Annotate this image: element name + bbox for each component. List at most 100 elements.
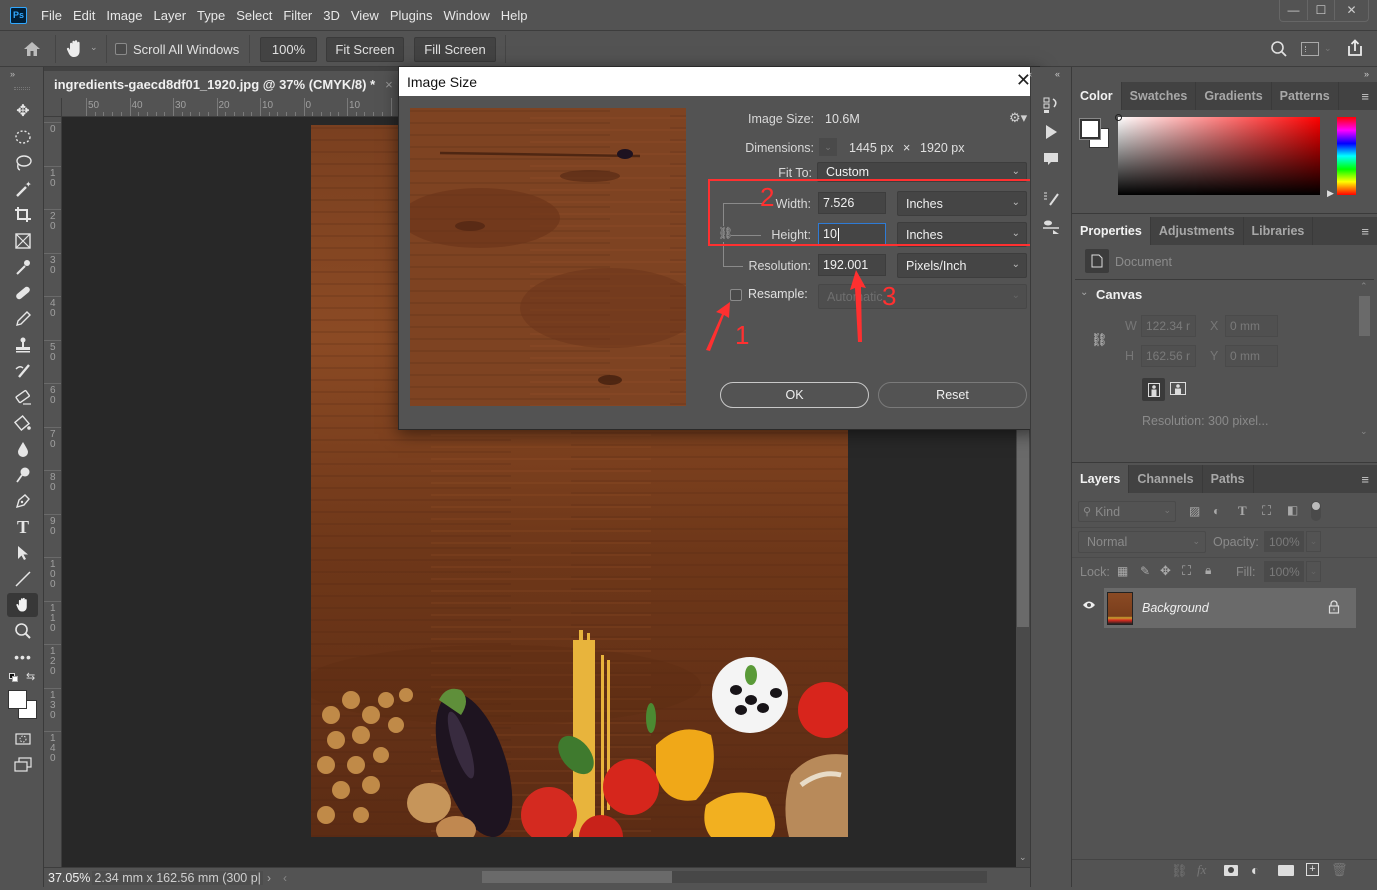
search-icon[interactable] bbox=[1270, 40, 1288, 58]
status-info-menu-icon[interactable]: › bbox=[267, 871, 271, 885]
magic-wand-tool-icon[interactable]: ✦ bbox=[9, 177, 37, 201]
fit-screen-button[interactable]: Fit Screen bbox=[326, 37, 404, 62]
collapse-panels-icon[interactable]: » bbox=[1364, 69, 1369, 79]
add-mask-icon[interactable] bbox=[1224, 865, 1238, 876]
tab-patterns[interactable]: Patterns bbox=[1272, 82, 1339, 110]
blur-tool-icon[interactable] bbox=[9, 437, 37, 461]
home-icon[interactable] bbox=[22, 40, 42, 58]
reset-button[interactable]: Reset bbox=[878, 382, 1027, 408]
document-tab[interactable]: ingredients-gaecd8df01_1920.jpg @ 37% (C… bbox=[44, 71, 403, 97]
brush-settings-icon[interactable] bbox=[1039, 187, 1063, 211]
menu-filter[interactable]: Filter bbox=[283, 8, 312, 23]
resolution-unit-select[interactable]: Pixels/Inch ⌄ bbox=[897, 253, 1027, 278]
history-brush-tool-icon[interactable] bbox=[9, 359, 37, 383]
new-group-folder-icon[interactable] bbox=[1278, 865, 1294, 876]
lasso-tool-icon[interactable] bbox=[9, 151, 37, 175]
foreground-color-swatch[interactable] bbox=[8, 690, 27, 709]
layer-lock-icon[interactable] bbox=[1328, 600, 1340, 614]
canvas-section-title[interactable]: Canvas bbox=[1096, 287, 1142, 302]
dimensions-unit-dropdown[interactable]: ⌄ bbox=[819, 138, 837, 156]
tab-gradients[interactable]: Gradients bbox=[1196, 82, 1272, 110]
tab-adjustments[interactable]: Adjustments bbox=[1151, 217, 1244, 245]
filter-smart-objects-icon[interactable]: ◧ bbox=[1287, 503, 1298, 517]
filter-type-layers-icon[interactable]: T bbox=[1238, 503, 1247, 519]
tab-channels[interactable]: Channels bbox=[1129, 465, 1203, 493]
pencil-tool-icon[interactable] bbox=[9, 307, 37, 331]
tab-properties[interactable]: Properties bbox=[1072, 217, 1151, 245]
toolbar-collapse-icon[interactable]: » bbox=[10, 69, 15, 79]
layers-panel-menu-icon[interactable]: ≡ bbox=[1361, 472, 1369, 487]
properties-scrollbar-thumb[interactable] bbox=[1359, 296, 1370, 336]
frame-tool-icon[interactable] bbox=[9, 229, 37, 253]
more-tools-icon[interactable]: ••• bbox=[9, 645, 37, 669]
color-panel-menu-icon[interactable]: ≡ bbox=[1361, 89, 1369, 104]
color-picker-cursor[interactable] bbox=[1115, 114, 1122, 121]
horizontal-scrollbar-thumb[interactable] bbox=[482, 871, 672, 883]
maximize-button[interactable]: ☐ bbox=[1307, 0, 1334, 20]
color-field[interactable] bbox=[1115, 114, 1320, 195]
default-colors-icon[interactable] bbox=[9, 673, 19, 683]
hand-tool-active-icon[interactable] bbox=[7, 593, 38, 617]
close-window-button[interactable]: ✕ bbox=[1334, 0, 1368, 20]
menu-select[interactable]: Select bbox=[236, 8, 272, 23]
scroll-left-icon[interactable]: ‹ bbox=[283, 871, 287, 885]
layer-effects-fx-icon[interactable]: fx bbox=[1197, 862, 1206, 878]
collapse-dock-left-icon[interactable]: « bbox=[1055, 69, 1060, 79]
menu-window[interactable]: Window bbox=[443, 8, 489, 23]
comments-icon[interactable] bbox=[1039, 147, 1063, 171]
tab-color[interactable]: Color bbox=[1072, 82, 1122, 110]
brushes-icon[interactable] bbox=[1039, 215, 1063, 239]
hue-slider[interactable] bbox=[1337, 117, 1356, 195]
tab-libraries[interactable]: Libraries bbox=[1244, 217, 1314, 245]
link-layers-icon[interactable]: ⛓ bbox=[1171, 863, 1188, 879]
portrait-orientation-button[interactable] bbox=[1142, 378, 1165, 401]
quick-mask-icon[interactable] bbox=[9, 727, 37, 751]
expand-dock-icon[interactable]: ‹ bbox=[1029, 69, 1032, 79]
vertical-scrollbar-thumb[interactable] bbox=[1017, 417, 1029, 627]
line-tool-icon[interactable] bbox=[9, 567, 37, 591]
menu-3d[interactable]: 3D bbox=[323, 8, 340, 23]
dodge-tool-icon[interactable] bbox=[9, 463, 37, 487]
image-preview[interactable] bbox=[410, 108, 686, 406]
layer-name[interactable]: Background bbox=[1142, 601, 1209, 615]
menu-help[interactable]: Help bbox=[501, 8, 528, 23]
move-tool-icon[interactable]: ✥ bbox=[9, 99, 37, 123]
clone-stamp-tool-icon[interactable] bbox=[9, 333, 37, 357]
filter-shape-layers-icon[interactable]: ⛶ bbox=[1262, 503, 1271, 519]
lock-artboard-icon[interactable]: ⛶ bbox=[1182, 563, 1191, 579]
minimize-button[interactable]: — bbox=[1280, 0, 1307, 20]
new-adjustment-layer-icon[interactable]: ◐ bbox=[1251, 862, 1259, 878]
screen-mode-icon[interactable] bbox=[9, 753, 37, 777]
layer-filter-select[interactable]: ⚲ Kind ⌄ bbox=[1078, 501, 1176, 522]
menu-type[interactable]: Type bbox=[197, 8, 225, 23]
ruler-origin[interactable] bbox=[44, 98, 62, 117]
lock-all-icon[interactable]: 🔒︎ bbox=[1205, 563, 1211, 578]
tool-preset-chevron-icon[interactable]: ⌄ bbox=[90, 42, 98, 53]
menu-plugins[interactable]: Plugins bbox=[390, 8, 433, 23]
zoom-level[interactable]: 37.05% bbox=[48, 871, 90, 885]
crop-tool-icon[interactable] bbox=[9, 203, 37, 227]
tab-swatches[interactable]: Swatches bbox=[1122, 82, 1197, 110]
tab-layers[interactable]: Layers bbox=[1072, 465, 1130, 493]
workspace-chevron-icon[interactable]: ⌄ bbox=[1324, 43, 1332, 54]
hue-slider-handle[interactable]: ▶ bbox=[1327, 188, 1334, 199]
lock-image-pixels-icon[interactable]: ✎ bbox=[1140, 564, 1150, 578]
filter-adjustment-layers-icon[interactable]: ◐ bbox=[1213, 504, 1220, 518]
zoom-100-button[interactable]: 100% bbox=[260, 37, 317, 62]
properties-scrollbar[interactable]: ⌃ ⌄ bbox=[1358, 281, 1372, 437]
lock-transparent-pixels-icon[interactable]: ▦ bbox=[1117, 564, 1128, 578]
landscape-orientation-button[interactable] bbox=[1170, 382, 1186, 395]
toolbar-grip[interactable] bbox=[14, 87, 30, 90]
menu-image[interactable]: Image bbox=[106, 8, 142, 23]
menu-file[interactable]: File bbox=[41, 8, 62, 23]
swap-colors-icon[interactable]: ⇆ bbox=[26, 670, 35, 683]
lock-position-icon[interactable]: ✥ bbox=[1160, 563, 1171, 579]
horizontal-scrollbar[interactable] bbox=[482, 871, 987, 883]
new-layer-icon[interactable]: + bbox=[1306, 863, 1319, 876]
history-panel-icon[interactable] bbox=[1039, 93, 1063, 117]
hand-tool-icon[interactable] bbox=[64, 38, 86, 60]
path-selection-tool-icon[interactable] bbox=[9, 541, 37, 565]
paint-bucket-tool-icon[interactable] bbox=[9, 411, 37, 435]
close-tab-icon[interactable]: × bbox=[385, 77, 393, 92]
scroll-all-windows-checkbox[interactable] bbox=[115, 43, 127, 55]
